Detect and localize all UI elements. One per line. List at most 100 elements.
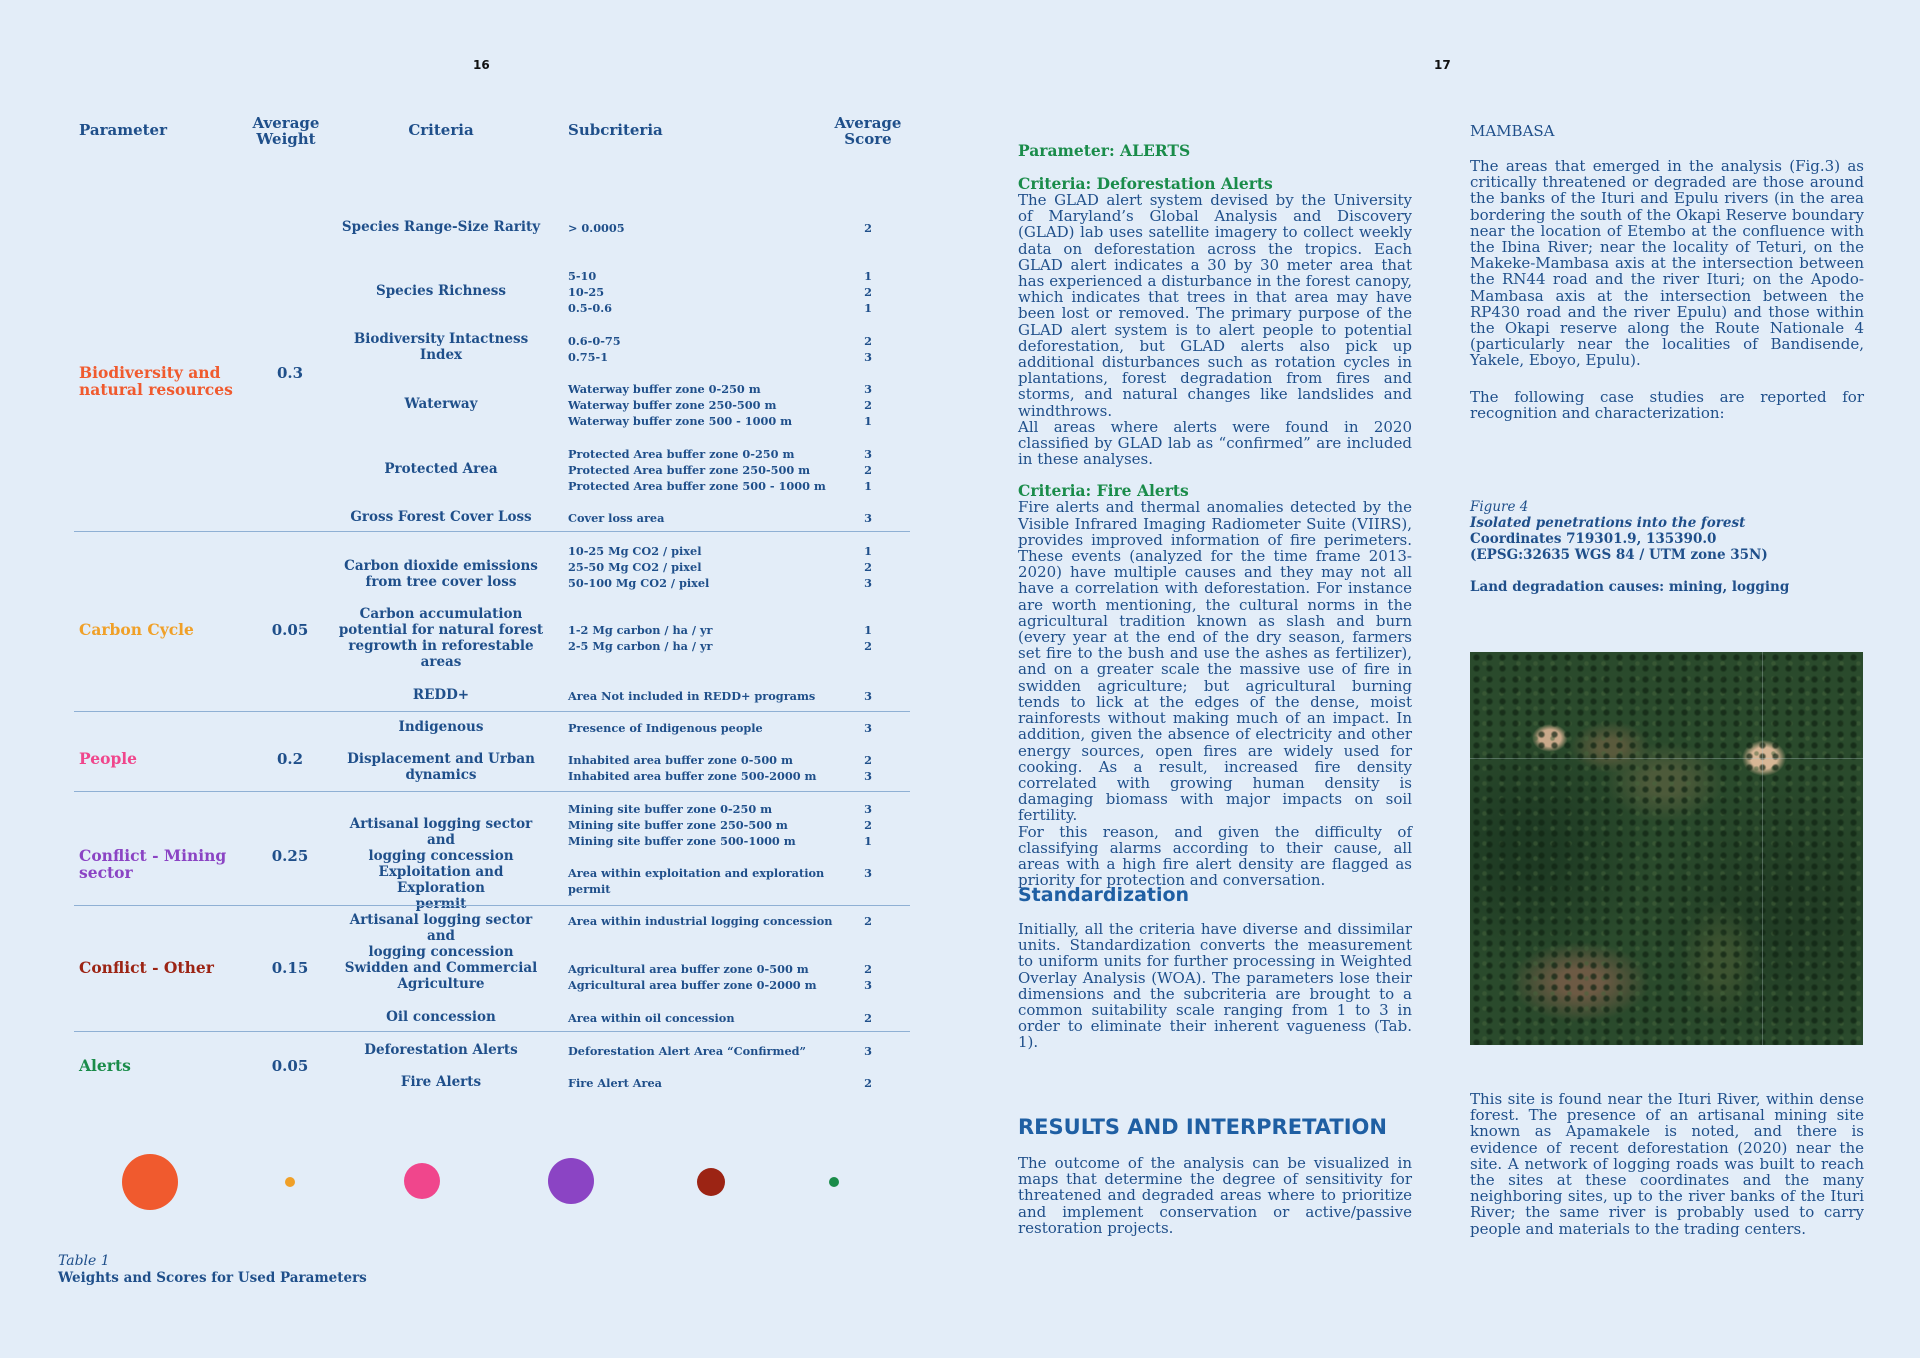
sub-deforestation-1: Deforestation Alert Area “Confirmed”: [568, 1044, 807, 1058]
score-intactness-1: 2: [864, 334, 872, 348]
criteria-displacement-line2: dynamics: [405, 767, 477, 783]
criteria-species-richness: Species Richness: [375, 283, 506, 299]
score-displacement-1: 2: [864, 753, 872, 767]
site-description-paragraph: This site is found near the Ituri River,…: [1470, 1090, 1864, 1238]
score-protected-3: 1: [864, 479, 872, 493]
weight-circle-other: [697, 1168, 725, 1196]
sub-protected-3: Protected Area buffer zone 500 - 1000 m: [568, 479, 826, 493]
sub-waterway-1: Waterway buffer zone 0-250 m: [568, 382, 761, 396]
header-average-score: Average Score: [818, 115, 918, 147]
header-average-score-line1: Average: [834, 114, 902, 132]
criteria-co2-emissions-line2: from tree cover loss: [365, 574, 517, 590]
sub-carbon-acc-1: 1-2 Mg carbon / ha / yr: [568, 623, 713, 637]
header-subcriteria: Subcriteria: [568, 121, 663, 139]
sub-exploitation-1-line1: Area within exploitation and exploration: [568, 866, 825, 880]
figure-causes: Land degradation causes: mining, logging: [1470, 579, 1790, 595]
header-criteria: Criteria: [408, 121, 474, 139]
score-mining-1: 3: [864, 802, 872, 816]
row-separator: [74, 905, 910, 906]
sub-waterway-2: Waterway buffer zone 250-500 m: [568, 398, 777, 412]
score-mining-3: 1: [864, 834, 872, 848]
criteria-artisanal-logging-other-line2: logging concession: [368, 944, 514, 960]
image-grid-line: [1762, 652, 1763, 1045]
weight-circle-people: [404, 1163, 440, 1199]
score-oil-1: 2: [864, 1011, 872, 1025]
sub-oil-1: Area within oil concession: [568, 1011, 735, 1025]
score-richness-1: 1: [864, 269, 872, 283]
figure-caption: Figure 4 Isolated penetrations into the …: [1470, 499, 1864, 595]
param-carbon-cycle: Carbon Cycle: [79, 620, 194, 639]
criteria-fire-alerts: Fire Alerts: [400, 1074, 482, 1090]
mambasa-heading: MAMBASA: [1470, 122, 1555, 140]
weight-circle-mining: [548, 1158, 594, 1204]
score-redd-1: 3: [864, 689, 872, 703]
score-rarity-1: 2: [864, 221, 872, 235]
criteria-forest-cover-loss: Gross Forest Cover Loss: [350, 509, 532, 525]
table-caption-text: Weights and Scores for Used Parameters: [58, 1270, 367, 1286]
score-co2-1: 1: [864, 544, 872, 558]
sub-rarity-1: > 0.0005: [568, 221, 625, 235]
criteria-biodiversity-intactness: Biodiversity Intactness Index: [353, 331, 529, 363]
score-carbon-acc-2: 2: [864, 639, 872, 653]
weight-biodiversity: 0.3: [276, 364, 304, 382]
weight-alerts: 0.05: [271, 1057, 309, 1075]
criteria-carbon-accumulation-line4: areas: [420, 654, 462, 670]
criteria-artisanal-logging-mining: Artisanal logging sector and logging con…: [336, 816, 546, 864]
score-agriculture-1: 2: [864, 962, 872, 976]
row-separator: [74, 531, 910, 532]
score-co2-3: 3: [864, 576, 872, 590]
sub-displacement-1: Inhabited area buffer zone 0-500 m: [568, 753, 793, 767]
sub-indigenous-1: Presence of Indigenous people: [568, 721, 763, 735]
satellite-image: [1470, 652, 1863, 1045]
sub-agriculture-1: Agricultural area buffer zone 0-500 m: [568, 962, 809, 976]
param-alerts: Alerts: [79, 1056, 131, 1075]
score-cover-loss-1: 3: [864, 511, 872, 525]
sub-richness-3: 0.5-0.6: [568, 301, 612, 315]
criteria-exploitation-permit-line2: permit: [415, 896, 467, 912]
score-deforestation-1: 3: [864, 1044, 872, 1058]
sub-fire-1: Fire Alert Area: [568, 1076, 662, 1090]
sub-carbon-acc-2: 2-5 Mg carbon / ha / yr: [568, 639, 713, 653]
criteria-redd: REDD+: [412, 687, 470, 703]
row-separator: [74, 1031, 910, 1032]
criteria-artisanal-logging-other-line1: Artisanal logging sector and: [349, 912, 533, 944]
figure-epsg: (EPSG:32635 WGS 84 / UTM zone 35N): [1470, 547, 1768, 563]
sub-cover-loss-1: Cover loss area: [568, 511, 665, 525]
score-protected-2: 2: [864, 463, 872, 477]
header-parameter: Parameter: [79, 121, 168, 139]
criteria-indigenous: Indigenous: [398, 719, 484, 735]
criteria-deforestation-heading: Criteria: Deforestation Alerts: [1018, 174, 1273, 193]
row-separator: [74, 711, 910, 712]
criteria-artisanal-logging-other: Artisanal logging sector and logging con…: [336, 912, 546, 960]
score-fire-1: 2: [864, 1076, 872, 1090]
fire-paragraph-1: Fire alerts and thermal anomalies detect…: [1018, 498, 1412, 825]
criteria-waterway: Waterway: [404, 396, 478, 412]
standardization-heading: Standardization: [1018, 884, 1190, 906]
param-conflict-mining: Conflict - Mining sector: [79, 847, 226, 881]
score-indigenous-1: 3: [864, 721, 872, 735]
sub-co2-1: 10-25 Mg CO2 / pixel: [568, 544, 702, 558]
mambasa-paragraph-1: The areas that emerged in the analysis (…: [1470, 157, 1864, 370]
score-carbon-acc-1: 1: [864, 623, 872, 637]
criteria-exploitation-permit-line1: Exploitation and Exploration: [378, 864, 504, 896]
figure-coordinates: Coordinates 719301.9, 135390.0: [1470, 531, 1717, 547]
weight-conflict-other: 0.15: [271, 959, 309, 977]
figure-title: Isolated penetrations into the forest: [1470, 515, 1746, 531]
param-biodiversity-line2: natural resources: [79, 380, 233, 399]
criteria-carbon-accumulation: Carbon accumulation potential for natura…: [336, 606, 546, 670]
score-displacement-2: 3: [864, 769, 872, 783]
score-richness-3: 1: [864, 301, 872, 315]
score-waterway-2: 2: [864, 398, 872, 412]
criteria-oil-concession: Oil concession: [386, 1009, 496, 1025]
sub-co2-2: 25-50 Mg CO2 / pixel: [568, 560, 702, 574]
alerts-column: Parameter: ALERTS Criteria: Deforestatio…: [1018, 142, 1412, 888]
score-richness-2: 2: [864, 285, 872, 299]
results-paragraph: The outcome of the analysis can be visua…: [1018, 1154, 1412, 1237]
mambasa-paragraph-2: The following case studies are reported …: [1470, 388, 1864, 423]
criteria-fire-heading: Criteria: Fire Alerts: [1018, 481, 1189, 501]
weight-circle-carbon: [285, 1177, 295, 1187]
weight-conflict-mining: 0.25: [271, 847, 309, 865]
criteria-species-rarity: Species Range-Size Rarity: [341, 219, 541, 235]
param-conflict-mining-line1: Conflict - Mining: [79, 846, 227, 865]
score-exploitation-1: 3: [864, 866, 872, 880]
